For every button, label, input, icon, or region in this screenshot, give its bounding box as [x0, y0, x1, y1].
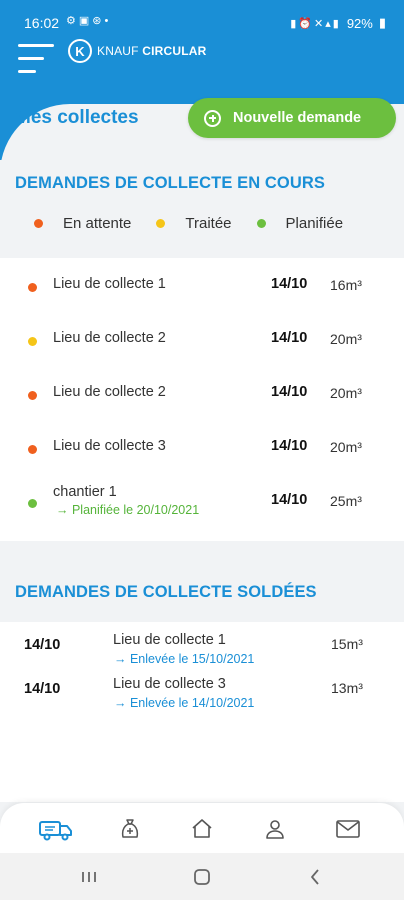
status-dot [28, 337, 37, 346]
status-dot [28, 283, 37, 292]
nav-profile[interactable] [255, 815, 295, 843]
brand-logo: K KNAUF CIRCULAR [68, 39, 206, 63]
pending-row[interactable]: chantier 1 → Planifiée le 20/10/2021 14/… [0, 484, 404, 536]
request-volume: 13m³ [331, 680, 363, 696]
request-date: 14/10 [271, 276, 308, 292]
status-legend: En attente Traitée Planifiée [34, 215, 368, 232]
request-date: 14/10 [271, 384, 308, 400]
status-dot [28, 445, 37, 454]
legend-dot-pending [34, 219, 43, 228]
legend-label: Planifiée [285, 215, 344, 232]
pending-section-title: DEMANDES DE COLLECTE EN COURS [15, 174, 326, 192]
plus-circle-icon [204, 109, 221, 127]
legend-dot-planned [256, 219, 266, 228]
planned-date: → Planifiée le 20/10/2021 [56, 503, 200, 517]
collection-site: Lieu de collecte 1 [53, 276, 166, 292]
request-volume: 20m³ [330, 331, 362, 347]
new-request-label: Nouvelle demande [233, 110, 362, 126]
signal-icons: ▮⏰✕▴▮ [290, 17, 341, 30]
pending-row[interactable]: Lieu de collecte 2 14/10 20m³ [0, 383, 404, 423]
battery-level: 92% [346, 15, 373, 31]
request-date: 14/10 [271, 492, 308, 508]
app-header: K KNAUF CIRCULAR [0, 30, 404, 224]
closed-row[interactable]: 14/10 Lieu de collecte 1 → Enlevée le 15… [0, 632, 404, 672]
request-date: 14/10 [24, 637, 61, 653]
logo-prefix: KNAUF [97, 44, 139, 58]
request-volume: 20m³ [330, 385, 362, 401]
removed-date: → Enlevée le 15/10/2021 [114, 652, 255, 666]
legend-dot-processed [156, 219, 166, 228]
status-dot [28, 499, 37, 508]
closed-section-title: DEMANDES DE COLLECTE SOLDÉES [15, 583, 317, 601]
request-date: 14/10 [271, 438, 308, 454]
pending-requests-list: Lieu de collecte 1 14/10 16m³ Lieu de co… [0, 258, 404, 541]
notification-icons: ⚙▣⊛• [66, 15, 112, 27]
legend-label: En attente [63, 215, 132, 232]
pending-row[interactable]: Lieu de collecte 1 14/10 16m³ [0, 275, 404, 315]
truck-icon [39, 821, 72, 841]
user-icon [266, 820, 284, 839]
closed-requests-list: 14/10 Lieu de collecte 1 → Enlevée le 15… [0, 622, 404, 802]
system-nav-bar [0, 853, 404, 900]
hamburger-menu-icon[interactable] [18, 38, 54, 73]
request-volume: 25m³ [330, 493, 362, 509]
collection-site: Lieu de collecte 2 [53, 330, 166, 346]
bottom-nav [0, 803, 404, 853]
collection-site: Lieu de collecte 2 [53, 384, 166, 400]
new-request-button[interactable]: Nouvelle demande [188, 98, 396, 138]
logo-suffix: CIRCULAR [142, 44, 207, 58]
request-volume: 20m³ [330, 439, 362, 455]
waste-bag-icon [121, 819, 139, 838]
page-title: Mes collectes [15, 107, 139, 128]
request-volume: 15m³ [331, 636, 363, 652]
recent-apps-icon[interactable] [74, 865, 104, 889]
removed-date: → Enlevée le 14/10/2021 [114, 696, 255, 710]
collection-site: Lieu de collecte 3 [113, 676, 226, 692]
battery-icon: ▮ [378, 15, 386, 30]
legend-item-pending: En attente [34, 215, 131, 232]
collection-site: Lieu de collecte 1 [113, 632, 226, 648]
status-dot [28, 391, 37, 400]
back-icon[interactable] [300, 865, 330, 889]
home-button-icon[interactable] [187, 865, 217, 889]
status-time: 16:02 [24, 15, 60, 31]
mail-icon [336, 820, 360, 838]
request-volume: 16m³ [330, 277, 362, 293]
request-date: 14/10 [24, 681, 61, 697]
legend-item-planned: Planifiée [256, 215, 344, 232]
request-date: 14/10 [271, 330, 308, 346]
nav-home[interactable] [182, 815, 222, 843]
nav-waste[interactable] [110, 815, 150, 843]
nav-collections[interactable] [36, 815, 76, 843]
knauf-logo-icon: K [68, 39, 92, 63]
pending-row[interactable]: Lieu de collecte 2 14/10 20m³ [0, 329, 404, 369]
home-icon [192, 819, 212, 838]
collection-site: chantier 1 [53, 484, 117, 500]
closed-row[interactable]: 14/10 Lieu de collecte 3 → Enlevée le 14… [0, 676, 404, 716]
legend-item-processed: Traitée [156, 215, 232, 232]
nav-messages[interactable] [328, 815, 368, 843]
collection-site: Lieu de collecte 3 [53, 438, 166, 454]
pending-row[interactable]: Lieu de collecte 3 14/10 20m³ [0, 437, 404, 477]
legend-label: Traitée [185, 215, 232, 232]
status-right: ▮⏰✕▴▮ 92% ▮ [290, 15, 386, 31]
